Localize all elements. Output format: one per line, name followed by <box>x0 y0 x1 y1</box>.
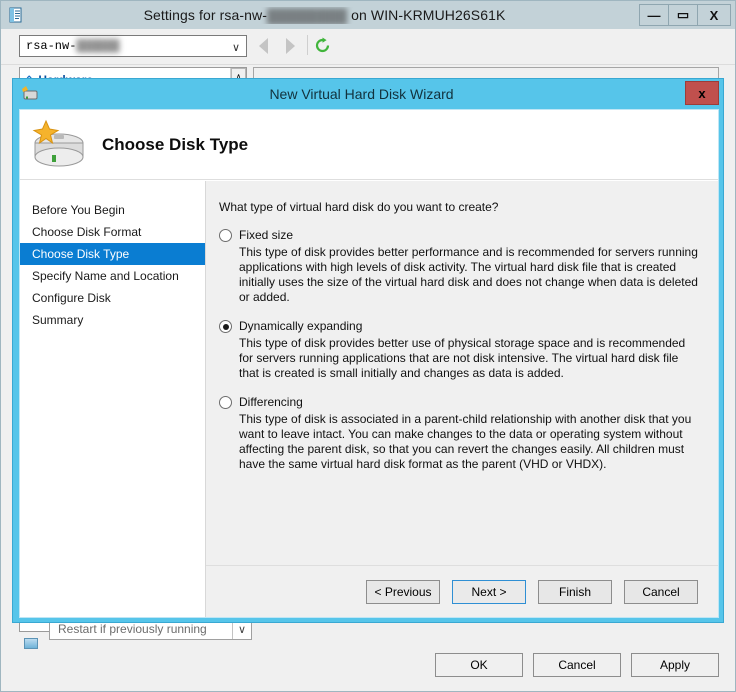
radio-differencing-label: Differencing <box>239 395 303 409</box>
close-button[interactable]: X <box>697 4 731 26</box>
wizard-main: Before You Begin Choose Disk Format Choo… <box>20 181 718 617</box>
radio-option-differencing[interactable]: Differencing <box>219 395 700 409</box>
cancel-button[interactable]: Cancel <box>533 653 621 677</box>
settings-title-blurred-vmname: ████████ <box>267 8 347 24</box>
wizard-cancel-button[interactable]: Cancel <box>624 580 698 604</box>
ok-button[interactable]: OK <box>435 653 523 677</box>
vhd-wizard-icon <box>22 86 40 102</box>
apply-button[interactable]: Apply <box>631 653 719 677</box>
refresh-icon[interactable] <box>314 37 331 54</box>
disk-type-question: What type of virtual hard disk do you wa… <box>219 200 700 214</box>
nav-item-choose-disk-format[interactable]: Choose Disk Format <box>20 221 205 243</box>
wizard-step-nav: Before You Begin Choose Disk Format Choo… <box>20 181 206 617</box>
radio-dynamically-expanding-description: This type of disk provides better use of… <box>239 336 700 381</box>
wizard-close-button[interactable]: x <box>685 81 719 105</box>
radio-fixed-size-icon[interactable] <box>219 229 232 242</box>
nav-item-specify-name-and-location[interactable]: Specify Name and Location <box>20 265 205 287</box>
settings-title-suffix: on WIN-KRMUH26S61K <box>347 7 505 23</box>
radio-option-fixed-size[interactable]: Fixed size <box>219 228 700 242</box>
forward-arrow-icon[interactable] <box>286 38 295 54</box>
next-button[interactable]: Next > <box>452 580 526 604</box>
wizard-header: Choose Disk Type <box>20 110 718 180</box>
wizard-titlebar: New Virtual Hard Disk Wizard x <box>13 79 723 109</box>
radio-differencing-icon[interactable] <box>219 396 232 409</box>
vm-select-value: rsa-nw- <box>26 39 76 53</box>
settings-title-prefix: Settings for rsa-nw- <box>144 7 267 23</box>
wizard-page-title: Choose Disk Type <box>102 135 248 155</box>
restart-action-value: Restart if previously running <box>58 622 207 636</box>
vm-select-dropdown[interactable]: rsa-nw-██████ ∨ <box>19 35 247 57</box>
radio-fixed-size-description: This type of disk provides better perfor… <box>239 245 700 305</box>
finish-button[interactable]: Finish <box>538 580 612 604</box>
radio-fixed-size-label: Fixed size <box>239 228 293 242</box>
automatic-stop-icon <box>24 638 38 649</box>
settings-window-title: Settings for rsa-nw-████████ on WIN-KRMU… <box>24 7 735 24</box>
wizard-content: What type of virtual hard disk do you wa… <box>206 181 718 617</box>
wizard-footer-buttons: < Previous Next > Finish Cancel <box>206 565 718 617</box>
wizard-body: Choose Disk Type Before You Begin Choose… <box>19 109 719 618</box>
previous-button[interactable]: < Previous <box>366 580 440 604</box>
radio-option-dynamically-expanding[interactable]: Dynamically expanding <box>219 319 700 333</box>
nav-item-configure-disk[interactable]: Configure Disk <box>20 287 205 309</box>
chevron-down-icon: ∨ <box>232 41 240 54</box>
nav-item-before-you-begin[interactable]: Before You Begin <box>20 199 205 221</box>
settings-dialog-buttons: OK Cancel Apply <box>435 653 719 677</box>
new-hard-disk-icon <box>30 119 88 171</box>
radio-dynamically-expanding-icon[interactable] <box>219 320 232 333</box>
nav-item-summary[interactable]: Summary <box>20 309 205 331</box>
settings-titlebar: Settings for rsa-nw-████████ on WIN-KRMU… <box>1 1 735 29</box>
back-arrow-icon[interactable] <box>259 38 268 54</box>
toolbar-separator <box>307 35 308 55</box>
vm-select-blurred-name: ██████ <box>76 39 119 53</box>
radio-dynamically-expanding-label: Dynamically expanding <box>239 319 362 333</box>
settings-document-icon <box>8 7 24 23</box>
wizard-title: New Virtual Hard Disk Wizard <box>40 86 723 102</box>
window-controls: — ▭ X <box>640 4 731 26</box>
radio-differencing-description: This type of disk is associated in a par… <box>239 412 700 472</box>
new-virtual-hard-disk-wizard: New Virtual Hard Disk Wizard x Choose Di… <box>12 78 724 623</box>
minimize-button[interactable]: — <box>639 4 669 26</box>
nav-item-choose-disk-type[interactable]: Choose Disk Type <box>20 243 205 265</box>
settings-toolbar: rsa-nw-██████ ∨ <box>1 29 735 65</box>
maximize-button[interactable]: ▭ <box>668 4 698 26</box>
